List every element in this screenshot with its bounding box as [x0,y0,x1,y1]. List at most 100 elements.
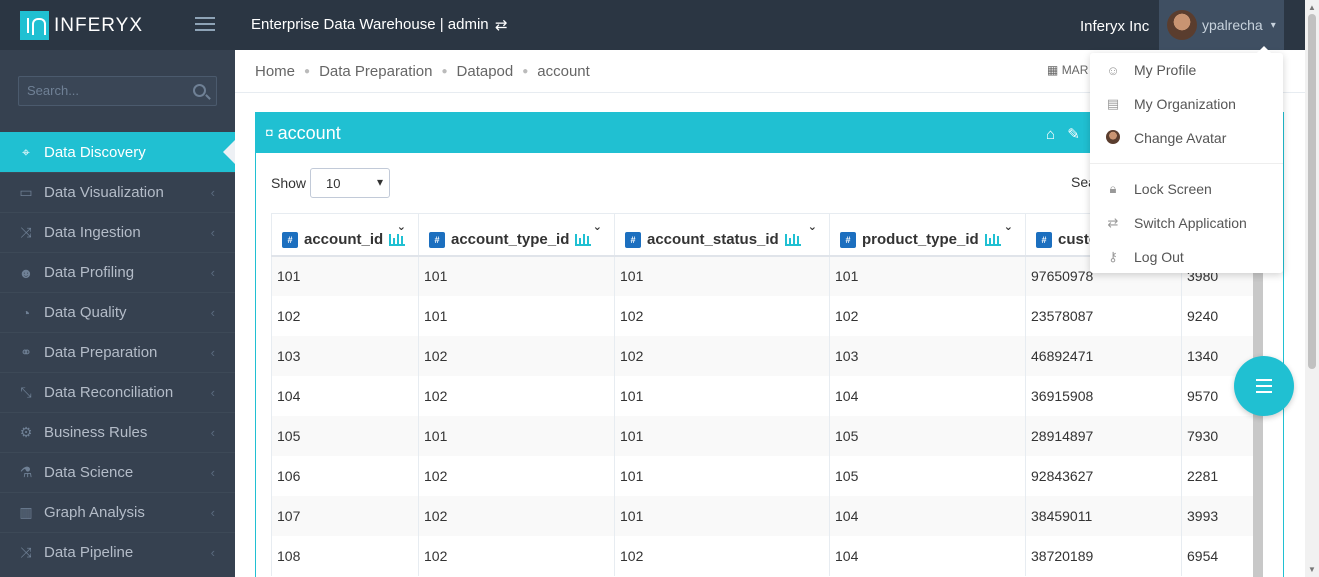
rss-icon: ◔ [21,304,31,321]
table-cell: 92843627 [1025,455,1182,496]
column-header-product-type-id[interactable]: # product_type_id ⌄ [829,213,1026,257]
menu-item-my-organization[interactable]: ▤ My Organization [1090,87,1283,121]
chevron-down-icon[interactable]: ⌄ [1004,220,1013,233]
scroll-up-icon[interactable]: ▲ [1308,3,1316,12]
logo-text: INFERYX [54,14,144,36]
user-menu-toggle[interactable]: ypalrecha ▾ [1159,0,1284,50]
breadcrumb-datapod[interactable]: Datapod [457,63,514,81]
sidebar-item-graph-analysis[interactable]: ▥ Graph Analysis ‹ [0,492,235,532]
sidebar-item-data-discovery[interactable]: ⌖ Data Discovery [0,132,235,172]
bar-chart-icon[interactable] [784,233,801,246]
bar-chart-icon: ▥ [19,504,33,520]
top-header: INFERYX Enterprise Data Warehouse | admi… [0,0,1305,50]
sidebar-nav: ⌖ Data Discovery ▭ Data Visualization ‹ … [0,132,235,572]
table-cell: 28914897 [1025,415,1182,456]
sidebar-search [18,76,217,106]
table-row: 102 101 102 102 23578087 9240 [271,295,1262,336]
numeric-type-icon: # [429,231,445,248]
sidebar-item-label: Data Pipeline [44,544,134,561]
exchange-icon[interactable]: ⇄ [495,16,508,34]
sidebar-item-label: Data Reconciliation [44,384,174,401]
hamburger-icon [1256,379,1272,381]
page-scrollbar[interactable]: ▲ ▼ [1305,0,1319,577]
floating-menu-button[interactable] [1234,356,1294,416]
sidebar-item-data-pipeline[interactable]: ⤨ Data Pipeline ‹ [0,532,235,572]
sidebar-item-label: Data Profiling [44,264,135,281]
chevron-down-icon[interactable]: ⌄ [593,220,602,233]
column-header-account-type-id[interactable]: # account_type_id ⌄ [418,213,615,257]
table-cell: 104 [271,375,419,416]
chevron-left-icon: ‹ [210,185,215,200]
sidebar-item-data-preparation[interactable]: ⚭ Data Preparation ‹ [0,332,235,372]
table-cell: 46892471 [1025,335,1182,376]
chevron-left-icon: ‹ [210,265,215,280]
table-cell: 105 [829,455,1026,496]
menu-toggle-icon[interactable] [195,17,215,31]
breadcrumb-home[interactable]: Home [255,63,295,81]
bar-chart-icon[interactable] [389,233,406,246]
table-cell: 104 [829,375,1026,416]
logo[interactable]: INFERYX [20,11,143,40]
sidebar-item-data-profiling[interactable]: ☻ Data Profiling ‹ [0,252,235,292]
sidebar-item-data-science[interactable]: ⚗ Data Science ‹ [0,452,235,492]
column-header-account-id[interactable]: # account_id ⌄ [271,213,419,257]
table-row: 105 101 101 105 28914897 7930 [271,415,1262,456]
table-cell: 105 [829,415,1026,456]
table-row: 106 102 101 105 92843627 2281 [271,455,1262,496]
shuffle-icon: ⤨ [20,224,32,240]
binoculars-icon: ⌖ [22,143,30,160]
flask-icon: ⚗ [19,464,33,480]
menu-item-my-profile[interactable]: ☺ My Profile [1090,53,1283,87]
home-icon[interactable]: ⌂ [1046,126,1055,143]
sidebar-item-data-visualization[interactable]: ▭ Data Visualization ‹ [0,172,235,212]
table-cell: 101 [614,495,830,536]
edit-icon[interactable]: ✎ [1067,126,1080,143]
breadcrumb-data-preparation[interactable]: Data Preparation [319,63,432,81]
sidebar-item-business-rules[interactable]: ⚙ Business Rules ‹ [0,412,235,452]
menu-divider [1090,163,1283,164]
chevron-left-icon: ‹ [210,505,215,520]
bar-chart-icon[interactable] [984,233,1001,246]
show-label: Show [271,175,307,191]
chevron-down-icon[interactable]: ⌄ [397,220,406,233]
table-cell: 102 [418,455,615,496]
portlet-tools: ⌂ ✎ [1046,125,1080,143]
shuffle-icon: ⤨ [20,544,32,560]
bar-chart-icon[interactable] [575,233,592,246]
column-header-account-status-id[interactable]: # account_status_id ⌄ [614,213,830,257]
chevron-down-icon[interactable]: ⌄ [808,220,817,233]
sidebar-search-input[interactable] [27,83,177,98]
scroll-down-icon[interactable]: ▼ [1308,565,1316,574]
key-icon: ⚷ [1108,249,1118,264]
menu-item-switch-application[interactable]: ⇄ Switch Application [1090,206,1283,240]
menu-item-change-avatar[interactable]: Change Avatar [1090,121,1283,155]
monitor-icon: ▭ [19,184,33,200]
date-picker[interactable]: ▦ MAR [1047,63,1088,77]
org-name: Inferyx Inc [1080,18,1150,35]
sidebar-item-data-quality[interactable]: ◔ Data Quality ‹ [0,292,235,332]
sidebar-item-data-ingestion[interactable]: ⤨ Data Ingestion ‹ [0,212,235,252]
table-cell: 101 [418,255,615,296]
breadcrumb-separator: ● [304,66,311,77]
menu-item-lock-screen[interactable]: 🔒︎ Lock Screen [1090,172,1283,206]
table-cell: 36915908 [1025,375,1182,416]
search-icon[interactable] [193,84,206,97]
breadcrumb-separator: ● [522,66,529,77]
chevron-left-icon: ‹ [210,345,215,360]
table-cell: 9240 [1181,295,1262,336]
table-cell: 106 [271,455,419,496]
scrollbar-thumb[interactable] [1308,14,1316,369]
sidebar-item-data-reconciliation[interactable]: ⤡ Data Reconciliation ‹ [0,372,235,412]
table-scrollbar[interactable] [1253,260,1263,577]
table-cell: 7930 [1181,415,1262,456]
date-label: MAR [1061,63,1089,77]
sidebar: ⌖ Data Discovery ▭ Data Visualization ‹ … [0,50,235,577]
table-cell: 101 [271,255,419,296]
table-cell: 2281 [1181,455,1262,496]
table-cell: 101 [418,415,615,456]
table-cell: 101 [829,255,1026,296]
page-size-select[interactable]: 10 [310,168,391,198]
table-cell: 101 [614,255,830,296]
column-label: account_status_id [647,230,779,248]
menu-item-log-out[interactable]: ⚷ Log Out [1090,240,1283,274]
